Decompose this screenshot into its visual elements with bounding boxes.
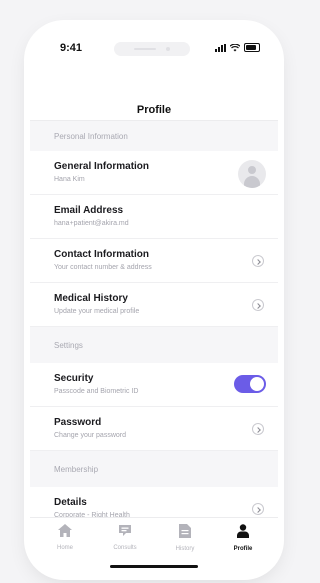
- row-title: Security: [54, 373, 94, 384]
- row-subtitle: Passcode and Biometric ID: [54, 388, 139, 395]
- document-icon: [179, 524, 191, 538]
- person-icon: [237, 524, 249, 538]
- tab-history[interactable]: History: [160, 524, 210, 552]
- tab-profile[interactable]: Profile: [218, 524, 268, 552]
- system-icons: [215, 43, 260, 52]
- row-subtitle: Your contact number & address: [54, 264, 152, 271]
- avatar[interactable]: [238, 160, 266, 188]
- chevron-right-icon[interactable]: [252, 503, 264, 515]
- wifi-icon: [230, 43, 240, 51]
- biometric-toggle[interactable]: [234, 375, 266, 393]
- general-information-row[interactable]: General Information Hana Kim: [30, 151, 278, 195]
- tab-bar: Home Consults History Profile: [30, 517, 278, 574]
- section-header-settings: Settings: [30, 327, 278, 363]
- medical-history-row[interactable]: Medical History Update your medical prof…: [30, 283, 278, 327]
- row-title: General Information: [54, 161, 150, 172]
- tab-label: Profile: [233, 546, 253, 552]
- home-indicator: [110, 565, 198, 568]
- tab-label: Home: [56, 545, 73, 551]
- tab-home[interactable]: Home: [40, 524, 90, 551]
- page-header: Profile: [30, 68, 278, 121]
- section-header-personal: Personal Information: [30, 121, 278, 151]
- contact-information-row[interactable]: Contact Information Your contact number …: [30, 239, 278, 283]
- status-bar: 9:41: [30, 26, 278, 68]
- row-subtitle: Change your password: [54, 432, 126, 439]
- row-title: Details: [54, 497, 87, 508]
- status-time: 9:41: [60, 42, 83, 54]
- section-header-membership: Membership: [30, 451, 278, 487]
- page-title: Profile: [136, 104, 172, 116]
- row-title: Medical History: [54, 293, 128, 304]
- camera-icon: [166, 47, 170, 51]
- chevron-right-icon[interactable]: [252, 255, 264, 267]
- row-title: Email Address: [54, 205, 124, 216]
- signal-icon: [215, 43, 226, 52]
- email-address-row[interactable]: Email Address hana+patient@akira.md: [30, 195, 278, 239]
- toggle-knob: [250, 377, 264, 391]
- home-icon: [58, 524, 72, 537]
- battery-icon: [244, 43, 260, 52]
- chat-icon: [119, 525, 131, 536]
- tab-label: Consults: [113, 545, 137, 551]
- tab-consults[interactable]: Consults: [100, 524, 150, 551]
- security-row[interactable]: Security Passcode and Biometric ID: [30, 363, 278, 407]
- chevron-right-icon[interactable]: [252, 299, 264, 311]
- row-title: Password: [54, 417, 102, 428]
- row-subtitle: Hana Kim: [54, 176, 85, 183]
- chevron-right-icon[interactable]: [252, 423, 264, 435]
- password-row[interactable]: Password Change your password: [30, 407, 278, 451]
- row-title: Contact Information: [54, 249, 149, 260]
- phone-frame: 9:41 Profile Personal Information Genera…: [30, 26, 278, 574]
- speaker-icon: [134, 48, 156, 50]
- settings-list[interactable]: Personal Information General Information…: [30, 121, 278, 531]
- row-subtitle: Update your medical profile: [54, 308, 140, 315]
- row-subtitle: hana+patient@akira.md: [54, 220, 129, 227]
- device-notch: [114, 42, 190, 56]
- tab-label: History: [175, 546, 195, 552]
